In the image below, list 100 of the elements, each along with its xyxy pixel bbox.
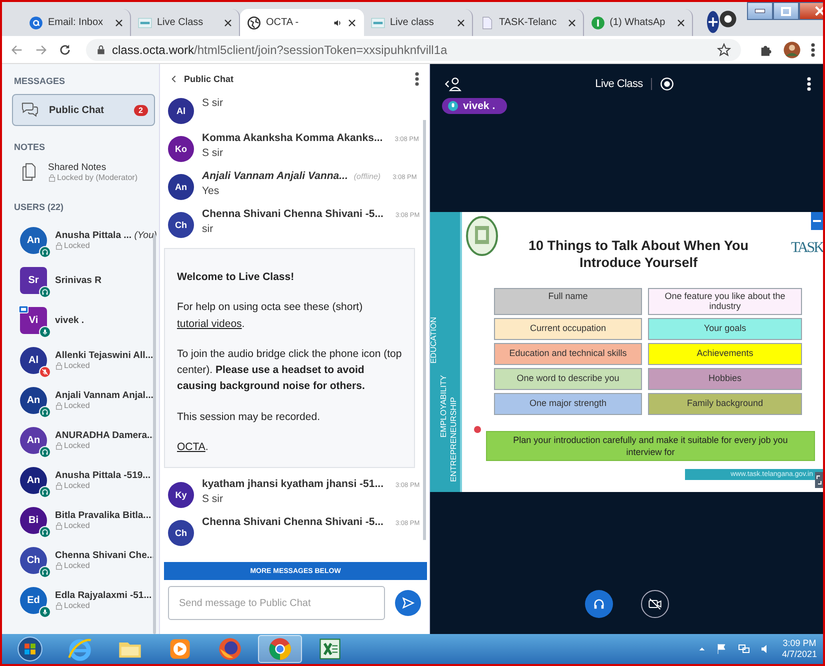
new-tab-button[interactable]: [706, 11, 719, 33]
maximize-icon: [780, 6, 791, 16]
lock-icon: [55, 602, 63, 610]
reload-button[interactable]: [58, 42, 72, 56]
lock-icon: [55, 482, 63, 490]
close-icon[interactable]: [568, 18, 576, 26]
taskbar-app[interactable]: [258, 635, 302, 663]
record-icon[interactable]: [660, 77, 674, 91]
close-icon[interactable]: [115, 18, 123, 26]
chat-title[interactable]: Public Chat: [170, 74, 409, 84]
topic-box: Achievements: [648, 342, 802, 365]
minimize-button[interactable]: [746, 2, 773, 20]
side-label: EDUCATION: [430, 317, 439, 364]
user-name[interactable]: Srinivas R: [55, 274, 102, 286]
close-icon[interactable]: [676, 18, 685, 26]
audio-button[interactable]: [584, 590, 612, 618]
locked-label: Locked by (Moderator): [57, 173, 138, 182]
message-avatar: Ch: [168, 212, 194, 238]
user-name[interactable]: Edla Rajyalaxmi -51...: [55, 590, 152, 601]
notes-icon: [20, 162, 38, 182]
logo-icon: [138, 16, 152, 30]
user-name[interactable]: Chenna Shivani Che...: [55, 550, 155, 561]
chat-bubbles-icon: [19, 101, 41, 119]
offline-label: (offline): [354, 172, 381, 181]
avatar-icon[interactable]: [783, 40, 801, 58]
lock-icon: [55, 362, 63, 370]
topic-box: Full name: [494, 288, 642, 315]
reload-icon: [58, 42, 72, 56]
message-input[interactable]: Send message to Public Chat: [168, 586, 385, 620]
user-name[interactable]: Anusha Pittala -519...: [55, 470, 151, 481]
public-chat-item[interactable]: Public Chat 2: [12, 94, 155, 126]
user-name[interactable]: ANURADHA Damera...: [55, 430, 155, 441]
document-icon: [480, 16, 494, 30]
welcome-text: For help on using octa see these (short) tutorial videos.: [177, 300, 364, 332]
flag-icon[interactable]: [716, 643, 728, 655]
sender-name: kyatham jhansi kyatham jhansi -51...: [202, 478, 384, 490]
back-arrow-icon: [10, 42, 24, 56]
message-avatar: Ky: [168, 482, 194, 508]
video-button[interactable]: [640, 590, 668, 618]
lock-icon: [55, 402, 63, 410]
topic-box: One feature you like about the industry: [648, 288, 802, 315]
chevron-up-icon[interactable]: [698, 645, 706, 653]
logo-text: TASK: [791, 240, 823, 257]
section-heading: MESSAGES: [14, 76, 66, 86]
topic-box: Education and technical skills: [494, 342, 642, 365]
clock[interactable]: 3:09 PM 4/7/2021: [782, 638, 817, 660]
message-avatar: Al: [168, 98, 194, 124]
fullscreen-button[interactable]: [815, 472, 823, 488]
fox-globe-icon: [217, 636, 243, 662]
user-name[interactable]: vivek .: [55, 314, 84, 326]
browser-tab[interactable]: OCTA -: [240, 9, 364, 36]
message-text: S sir: [202, 493, 224, 506]
side-label: ENTREPRENEURSHIP: [450, 397, 459, 482]
unread-badge: 2: [134, 104, 148, 116]
back-button[interactable]: [10, 42, 24, 56]
headphones-icon: [592, 597, 606, 611]
address-bar[interactable]: class.octa.work/html5client/join?sessionToken=xxsipuhknfvill1a: [86, 38, 741, 60]
scrollbar[interactable]: [423, 120, 426, 540]
expand-icon: [816, 475, 822, 485]
maximize-button[interactable]: [772, 2, 799, 20]
user-name[interactable]: Anjali Vannam Anjal...: [55, 390, 154, 401]
locked-label: Locked: [64, 401, 90, 410]
locked-label: Locked: [64, 481, 90, 490]
section-heading: NOTES: [14, 142, 46, 152]
send-button[interactable]: [395, 590, 421, 616]
forward-button[interactable]: [34, 42, 48, 56]
message-text: Yes: [202, 185, 220, 197]
logo-icon: [371, 16, 385, 30]
minimize-presentation-button[interactable]: [811, 212, 823, 230]
close-icon[interactable]: [348, 18, 356, 26]
star-icon[interactable]: [717, 42, 731, 56]
chevron-left-icon: [170, 75, 178, 83]
close-icon[interactable]: [457, 18, 465, 26]
talking-indicator[interactable]: vivek .: [442, 98, 508, 114]
lock-icon: [55, 242, 63, 250]
topic-box: One major strength: [494, 392, 642, 415]
more-icon[interactable]: [415, 72, 419, 86]
user-name[interactable]: Allenki Tejaswini All...: [55, 350, 154, 361]
profile-icon[interactable]: [718, 10, 737, 28]
link[interactable]: tutorial videos: [177, 318, 242, 330]
more-icon[interactable]: [807, 77, 811, 91]
start-orb-icon: [17, 636, 43, 662]
shared-notes-item[interactable]: Shared Notes: [48, 162, 138, 173]
link[interactable]: OCTA: [177, 440, 206, 453]
welcome-text: This session may be recorded.: [177, 410, 321, 425]
topic-box: One word to describe you: [494, 368, 642, 390]
user-name[interactable]: Bitla Pravalika Bitla...: [55, 510, 152, 521]
close-icon[interactable]: [224, 18, 232, 26]
message-text: S sir: [202, 147, 224, 159]
more-icon[interactable]: [811, 42, 815, 56]
welcome-text: To join the audio bridge click the phone icon (top center). Please use a headset to avoid causing background noise for others.: [177, 346, 403, 394]
chrome-icon: [267, 636, 293, 662]
url-text: class.octa.work/html5client/join?sessionToken=xxsipuhknfvill1a: [112, 42, 448, 56]
network-icon[interactable]: [738, 643, 750, 655]
spreadsheet-icon: [317, 636, 343, 662]
locked-label: Locked: [64, 241, 90, 250]
user-list-icon[interactable]: [444, 76, 462, 92]
locked-label: Locked: [64, 521, 90, 530]
camera-off-icon: [648, 597, 662, 611]
minimize-icon: [754, 9, 765, 13]
